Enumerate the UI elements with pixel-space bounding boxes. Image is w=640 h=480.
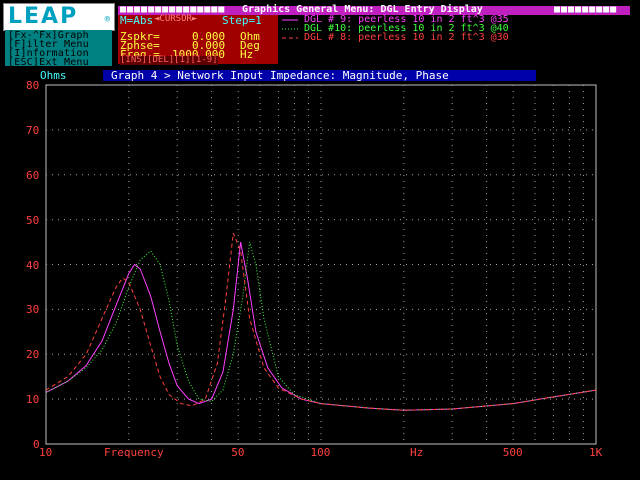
x-axis-label-hz: Hz [410,446,424,459]
x-tick-label: 10 [39,446,53,459]
x-tick-label: 100 [310,446,331,459]
y-tick-label: 20 [26,348,40,362]
x-tick-label: 1K [589,446,603,459]
y-tick-label: 50 [26,213,40,227]
x-axis-label-frequency: Frequency [104,446,164,459]
y-tick-label: 80 [26,79,40,92]
y-tick-label: 60 [26,168,40,182]
y-tick-label: 30 [26,303,40,317]
y-tick-label: 10 [26,393,40,407]
y-tick-label: 40 [26,258,40,272]
x-tick-label: 500 [502,446,523,459]
x-tick-label: 50 [231,446,245,459]
impedance-chart[interactable] [0,0,640,480]
plot-frame [45,84,597,445]
y-tick-label: 70 [26,123,40,137]
